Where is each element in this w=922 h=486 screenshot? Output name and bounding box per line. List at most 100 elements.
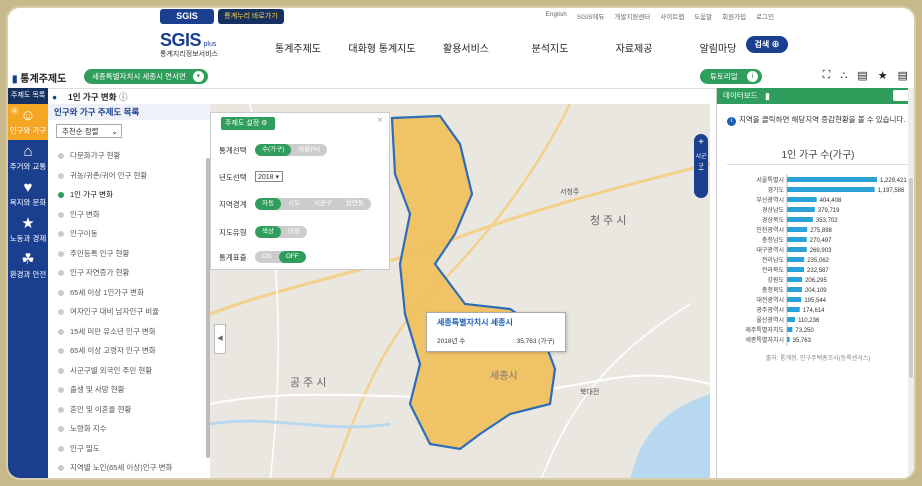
region-option-eupmyeondong[interactable]: 읍면동 [339,198,371,210]
region-option-sigungu[interactable]: 시군구 [307,198,339,210]
list-item[interactable]: 여자인구 대비 남자인구 비율 [48,302,210,322]
stat-display-off[interactable]: OFF [278,251,306,263]
bar[interactable] [787,327,793,332]
list-item-label: 시군구별 외국인 주민 현황 [70,365,153,375]
nav-item[interactable]: 활용서비스 [424,40,508,55]
sgis-home-link[interactable]: SGIS [160,9,214,24]
bar[interactable] [787,267,805,272]
list-item[interactable]: 귀농/귀촌/귀어 인구 현황 [48,166,210,186]
document-icon[interactable]: ▤ [898,69,908,82]
fullscreen-icon[interactable]: ⛶ [823,69,831,82]
stat-option-ratio[interactable]: 비율(%) [291,144,327,156]
tutorial-button[interactable]: 튜토리얼 i [700,69,762,84]
minimize-button[interactable] [893,90,909,101]
region-toggle[interactable]: 자동 시도 시군구 읍면동 [255,198,371,210]
bar[interactable] [787,287,802,292]
map-type-toggle[interactable]: 색상 버블 [255,226,307,238]
bar[interactable] [787,227,808,232]
rail-item[interactable]: ♥ 복지와 문화 [8,176,48,212]
list-item[interactable]: 혼인 및 이혼율 현황 [48,400,210,420]
region-option-auto[interactable]: 자동 [255,198,281,210]
list-item[interactable]: 65세 이상 1인가구 변화 [48,283,210,303]
list-item[interactable]: 65세 이상 고령자 인구 변화 [48,341,210,361]
bar[interactable] [787,337,790,342]
list-item[interactable]: 인구 밀도 [48,439,210,459]
image-icon[interactable]: ▤ [857,69,867,82]
bar[interactable] [787,237,807,242]
utility-link[interactable]: English [546,11,567,21]
list-item[interactable]: 다문화가구 현황 [48,146,210,166]
list-item[interactable]: 지역별 노인(65세 이상)인구 변화 [48,458,210,478]
bar[interactable] [787,317,796,322]
category-label: 충청남도 [762,236,785,244]
stat-display-toggle[interactable]: ON OFF [255,251,306,263]
list-item[interactable]: 인구 변화 [48,205,210,225]
stat-option-count[interactable]: 수(가구) [255,144,292,156]
bar[interactable] [787,307,800,312]
settings-header[interactable]: 주제도 설정 ⚙ [221,117,275,130]
list-item[interactable]: 인구이동 [48,224,210,244]
map-type-color[interactable]: 색상 [255,226,281,238]
sort-select[interactable]: 추천순 정렬 ⌄ [56,124,122,138]
star-icon[interactable]: ★ [878,69,888,82]
list-item[interactable]: 15세 미만 유소년 인구 변화 [48,322,210,342]
category-label: 경기도 [767,186,784,194]
stat-toggle[interactable]: 수(가구) 비율(%) [255,144,328,156]
page-scrollbar[interactable] [908,88,914,478]
rail-item-label: 노동과 경제 [9,234,47,243]
bar[interactable] [787,297,802,302]
list-item[interactable]: 노령화 지수 [48,419,210,439]
list-item[interactable]: 인구 자연증가 현황 [48,263,210,283]
close-icon[interactable]: × [377,115,383,126]
utility-link[interactable]: 회원가입 [722,11,746,21]
region-option-sido[interactable]: 시도 [281,198,307,210]
list-item[interactable]: 출생 및 사망 현황 [48,380,210,400]
list-item[interactable]: 1인 가구 변화 [48,185,210,205]
utility-link[interactable]: 도움말 [694,11,712,21]
list-item[interactable]: 주민등록 인구 현황 [48,244,210,264]
utility-link[interactable]: 개발지원센터 [614,11,650,21]
zoom-out-button[interactable]: − [694,162,708,180]
search-button[interactable]: 검색 ⊕ [746,36,788,53]
bar[interactable] [787,197,817,202]
year-select[interactable]: 2018 ▾ [255,171,283,182]
utility-link[interactable]: SGIS에듀 [577,11,605,21]
topic-rail: 주제도 목록 ▦ ☺ 인구와 가구 ⌂ 주거와 교통 ♥ 복지와 문화 ★ 노동과 경제 ☘ 환경… [8,88,48,478]
map-title: ● 1인 가구 변화 ⓘ [48,89,127,105]
share-icon[interactable]: ∴ [840,69,847,82]
nav-item[interactable]: 자료제공 [592,40,676,55]
rail-item[interactable]: ⌂ 주거와 교통 [8,140,48,176]
scroll-thumb[interactable] [909,178,913,378]
bar[interactable] [787,187,875,192]
category-label: 경상북도 [762,216,785,224]
bar[interactable] [787,207,815,212]
region-selector[interactable]: 세종특별자치시 세종시 연서면 ▾ [84,69,208,84]
bar[interactable] [787,177,877,182]
bar[interactable] [787,277,803,282]
leaf-icon: ☘ [21,251,35,268]
bar[interactable] [787,257,805,262]
map-type-bubble[interactable]: 버블 [281,226,307,238]
chevron-down-icon: ▾ [192,71,204,82]
list-item-label: 인구 밀도 [70,443,100,453]
value-label: 353,702 [816,218,838,224]
value-label: 235,062 [807,258,829,264]
bar[interactable] [787,217,813,222]
nav-item[interactable]: 대화형 통계지도 [340,40,424,55]
rail-item[interactable]: ★ 노동과 경제 [8,212,48,248]
popup-title: 세종특별자치시 세종시 [437,318,513,327]
category-label: 대전광역시 [756,296,784,304]
utility-link[interactable]: 사이트맵 [660,11,684,21]
nav-item[interactable]: 분석지도 [508,40,592,55]
stat-display-on[interactable]: ON [255,251,279,263]
bar[interactable] [787,247,807,252]
list-item[interactable]: 시군구별 외국인 주민 현황 [48,361,210,381]
nav-item[interactable]: 통계주제도 [256,40,340,55]
stats-shortcut-link[interactable]: 통계누리 바로가기 [218,9,284,24]
utility-link[interactable]: 로그인 [756,11,774,21]
rail-header[interactable]: 주제도 목록 ▦ [8,88,48,115]
rail-item[interactable]: ☘ 환경과 안전 [8,248,48,284]
zoom-in-button[interactable]: + [694,134,708,152]
collapse-panel-button[interactable]: ◀ [214,324,226,354]
site-logo[interactable]: SGIS plus 통계지리정보서비스 [160,30,218,59]
